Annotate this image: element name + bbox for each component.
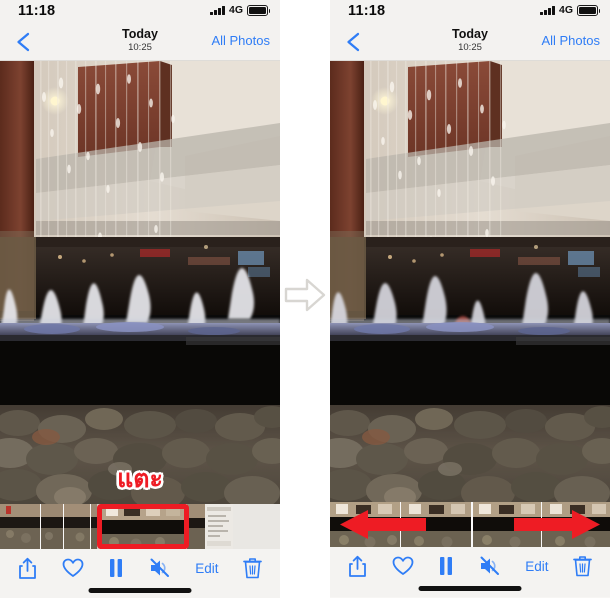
filmstrip-thumb[interactable] [330, 502, 400, 547]
home-indicator-area [0, 587, 280, 598]
speaker-mute-icon[interactable] [479, 551, 501, 581]
filmstrip[interactable] [0, 504, 280, 549]
nav-bar: Today 10:25 All Photos [0, 26, 280, 61]
share-icon[interactable] [18, 553, 37, 583]
network-label: 4G [228, 4, 243, 16]
cellular-bars-icon [210, 5, 225, 16]
filmstrip-thumb[interactable] [401, 502, 471, 547]
edit-button[interactable]: Edit [525, 551, 548, 581]
heart-icon[interactable] [62, 553, 84, 583]
bottom-toolbar: Edit [0, 549, 280, 587]
filmstrip-thumb[interactable] [91, 504, 97, 549]
filmstrip-thumb[interactable] [41, 504, 63, 549]
phone-panel-before: 11:18 4G Today 10:25 All Photos แตะ Edit [0, 0, 280, 598]
nav-bar: Today 10:25 All Photos [330, 26, 610, 61]
phone-panel-after: 11:18 4G Today 10:25 All Photos Edit [330, 0, 610, 598]
status-bar: 11:18 4G [330, 0, 610, 26]
speaker-mute-icon[interactable] [149, 553, 171, 583]
bottom-toolbar: Edit [330, 547, 610, 585]
mall-fountain-photo [0, 61, 280, 504]
photo-viewer[interactable]: แตะ [0, 61, 280, 504]
filmstrip-expanded[interactable] [330, 502, 610, 547]
home-indicator[interactable] [418, 586, 522, 591]
step-arrow-right [282, 272, 328, 318]
battery-icon [577, 5, 601, 16]
filmstrip-thumb[interactable] [187, 504, 205, 549]
share-icon[interactable] [348, 551, 367, 581]
back-button[interactable] [342, 30, 364, 54]
filmstrip-thumb[interactable] [542, 502, 610, 547]
filmstrip-thumb[interactable] [0, 504, 40, 549]
status-bar-right: 4G [210, 4, 271, 16]
heart-icon[interactable] [392, 551, 414, 581]
status-bar-time: 11:18 [348, 3, 386, 19]
back-button[interactable] [12, 30, 34, 54]
all-photos-button[interactable]: All Photos [211, 33, 270, 48]
filmstrip-thumb-selected[interactable] [100, 504, 186, 549]
edit-button[interactable]: Edit [195, 553, 218, 583]
screenshot-root: 11:18 4G Today 10:25 All Photos แตะ Edit… [0, 0, 610, 598]
home-indicator[interactable] [88, 588, 192, 593]
pause-icon[interactable] [108, 553, 124, 583]
photo-viewer[interactable] [330, 61, 610, 502]
filmstrip-thumb-screenshot[interactable] [205, 504, 233, 549]
mall-fountain-photo [330, 61, 610, 502]
network-label: 4G [558, 4, 573, 16]
status-bar-time: 11:18 [18, 3, 56, 19]
trash-icon[interactable] [243, 553, 262, 583]
filmstrip-thumb[interactable] [64, 504, 90, 549]
pause-icon[interactable] [438, 551, 454, 581]
status-bar: 11:18 4G [0, 0, 280, 26]
all-photos-button[interactable]: All Photos [541, 33, 600, 48]
home-indicator-area [330, 585, 610, 597]
cellular-bars-icon [540, 5, 555, 16]
trash-icon[interactable] [573, 551, 592, 581]
filmstrip-thumb[interactable] [473, 502, 541, 547]
battery-icon [247, 5, 271, 16]
status-bar-right: 4G [540, 4, 601, 16]
